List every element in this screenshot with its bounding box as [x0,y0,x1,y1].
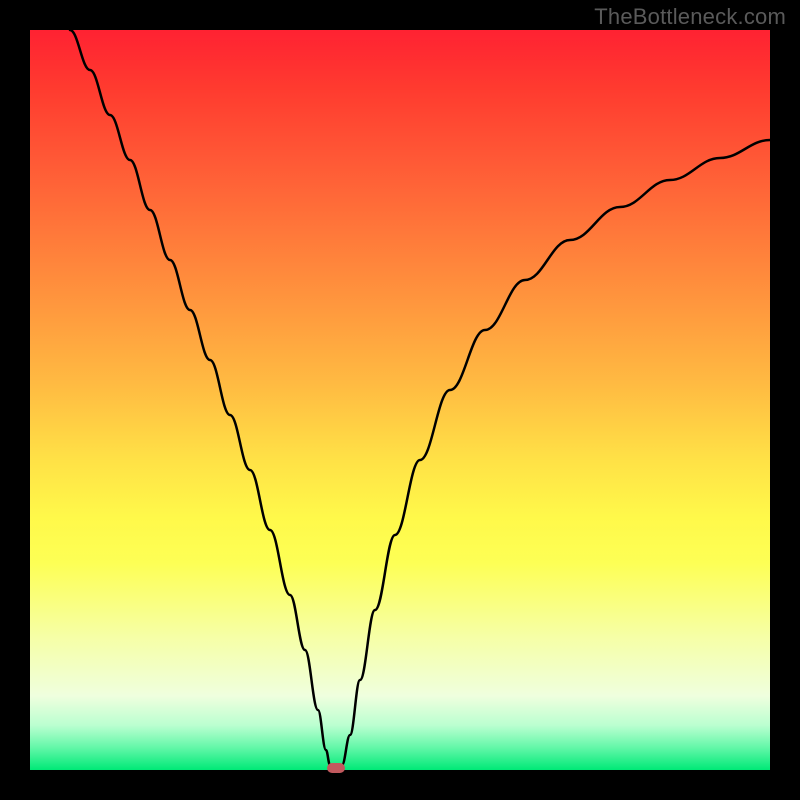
watermark-text: TheBottleneck.com [594,4,786,30]
bottleneck-curve [30,30,770,770]
curve-right-branch [342,140,770,765]
optimal-marker [327,763,345,773]
chart-frame: TheBottleneck.com [0,0,800,800]
curve-left-branch [70,30,330,765]
plot-area [30,30,770,770]
